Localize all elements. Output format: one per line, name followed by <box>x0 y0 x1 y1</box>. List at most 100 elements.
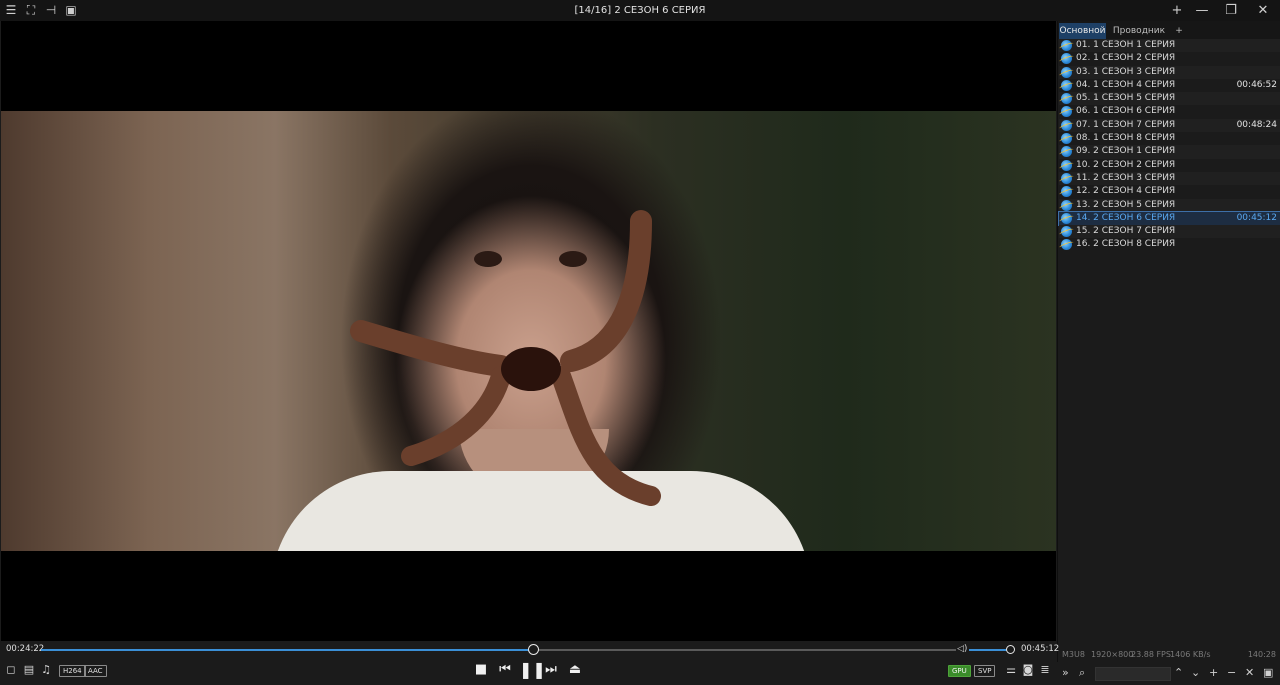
playlist-item-title: 07. 1 СЕЗОН 7 СЕРИЯ <box>1076 119 1176 130</box>
mini-player-icon[interactable]: ▣ <box>63 3 79 18</box>
expand-icon[interactable]: » <box>1062 666 1069 680</box>
subtitle-icon[interactable]: ▤ <box>22 663 36 677</box>
playlist-item[interactable]: 13. 2 СЕЗОН 5 СЕРИЯ <box>1059 198 1280 212</box>
volume-slider[interactable] <box>969 645 1015 654</box>
eject-icon[interactable]: ⏏ <box>566 662 584 678</box>
playlist-item-title: 15. 2 СЕЗОН 7 СЕРИЯ <box>1076 226 1176 237</box>
video-area[interactable] <box>1 21 1056 641</box>
remove-item-icon[interactable]: − <box>1227 666 1236 680</box>
clear-list-icon[interactable]: ✕ <box>1245 666 1254 680</box>
control-bar: 00:24:22 ◁) 00:45:12 ◻ ▤ ♫ H264 AAC ■ ⏮ … <box>0 641 1060 685</box>
playlist-list: 01. 1 СЕЗОН 1 СЕРИЯ 02. 1 СЕЗОН 2 СЕРИЯ 03… <box>1058 39 1280 252</box>
playlist-item[interactable]: 04. 1 СЕЗОН 4 СЕРИЯ 00:46:52 <box>1059 79 1280 92</box>
video-frame <box>1 111 1056 551</box>
playlist-item-title: 12. 2 СЕЗОН 4 СЕРИЯ <box>1076 186 1176 197</box>
stream-icon <box>1061 199 1072 211</box>
screenshot-icon[interactable]: ◙ <box>1021 663 1035 677</box>
seek-handle[interactable] <box>528 644 540 655</box>
playlist-item-duration: 00:45:12 <box>1236 212 1277 223</box>
playlist-item[interactable]: 02. 1 СЕЗОН 2 СЕРИЯ <box>1059 52 1280 65</box>
restore-icon[interactable]: ❐ <box>1216 0 1246 21</box>
fps-label: 23.88 FPS <box>1131 650 1171 659</box>
audio-codec-badge[interactable]: AAC <box>84 665 107 677</box>
aspect-icon[interactable]: ◻ <box>5 663 17 677</box>
playlist-item-title: 11. 2 СЕЗОН 3 СЕРИЯ <box>1076 172 1176 183</box>
add-item-icon[interactable]: + <box>1209 666 1218 680</box>
stream-icon <box>1061 186 1072 198</box>
playlist-item-title: 08. 1 СЕЗОН 8 СЕРИЯ <box>1076 133 1176 144</box>
tab-add[interactable]: + <box>1172 23 1186 39</box>
playlist-item-title: 06. 1 СЕЗОН 6 СЕРИЯ <box>1076 106 1176 117</box>
stream-icon <box>1061 239 1072 251</box>
pause-icon[interactable]: ❚❚ <box>519 662 546 678</box>
playlist-item-title: 03. 1 СЕЗОН 3 СЕРИЯ <box>1076 66 1176 77</box>
playlist-item[interactable]: 01. 1 СЕЗОН 1 СЕРИЯ <box>1059 39 1280 53</box>
playlist-item[interactable]: 16. 2 СЕЗОН 8 СЕРИЯ <box>1059 238 1280 251</box>
seek-progress <box>41 649 535 651</box>
playlist-item[interactable]: 11. 2 СЕЗОН 3 СЕРИЯ <box>1059 171 1280 186</box>
stop-icon[interactable]: ■ <box>472 662 490 678</box>
search-icon[interactable]: ⌕ <box>1079 666 1085 680</box>
total-time: 00:45:12 <box>1021 644 1060 654</box>
stream-icon <box>1061 93 1072 105</box>
gpu-badge[interactable]: GPU <box>948 665 971 677</box>
fullscreen-icon[interactable]: ⛶ <box>23 3 39 18</box>
equalizer-icon[interactable]: ⚌ <box>1004 663 1018 677</box>
minimize-icon[interactable]: — <box>1187 0 1217 21</box>
stream-icon <box>1061 66 1072 78</box>
resolution-label: 1920×800 <box>1091 650 1134 659</box>
playlist-item-current[interactable]: 14. 2 СЕЗОН 6 СЕРИЯ 00:45:12 <box>1058 210 1280 227</box>
format-label: M3U8 <box>1062 650 1085 659</box>
stream-icon <box>1061 159 1072 171</box>
stream-icon <box>1061 172 1072 184</box>
playlist-item[interactable]: 12. 2 СЕЗОН 4 СЕРИЯ <box>1059 185 1280 198</box>
playlist-item[interactable]: 07. 1 СЕЗОН 7 СЕРИЯ 00:48:24 <box>1059 118 1280 133</box>
audio-track-icon[interactable]: ♫ <box>39 663 53 677</box>
window-title: [14/16] 2 СЕЗОН 6 СЕРИЯ <box>574 5 706 16</box>
tab-main[interactable]: Основной <box>1059 23 1106 39</box>
stream-icon <box>1061 212 1072 224</box>
playlist-item[interactable]: 06. 1 СЕЗОН 6 СЕРИЯ <box>1059 105 1280 118</box>
volume-icon[interactable]: ◁) <box>957 644 967 654</box>
playlist-item[interactable]: 10. 2 СЕЗОН 2 СЕРИЯ <box>1059 159 1280 172</box>
playlist-search-input[interactable] <box>1095 667 1171 681</box>
close-icon[interactable]: ✕ <box>1248 0 1278 21</box>
playlist-item[interactable]: 03. 1 СЕЗОН 3 СЕРИЯ <box>1059 65 1280 79</box>
playlist-item-title: 14. 2 СЕЗОН 6 СЕРИЯ <box>1076 212 1176 223</box>
playlist-item[interactable]: 15. 2 СЕЗОН 7 СЕРИЯ <box>1059 225 1280 239</box>
playlist-item-title: 01. 1 СЕЗОН 1 СЕРИЯ <box>1076 40 1176 50</box>
stream-icon <box>1061 146 1072 158</box>
playlist-panel: Основной Проводник + 01. 1 СЕЗОН 1 СЕРИЯ… <box>1057 21 1280 662</box>
bitrate-label: 1406 KB/s <box>1170 650 1211 659</box>
stream-icon <box>1061 119 1072 131</box>
previous-icon[interactable]: ⏮ <box>496 662 514 678</box>
tab-explorer[interactable]: Проводник <box>1111 23 1167 39</box>
playlist-item[interactable]: 05. 1 СЕЗОН 5 СЕРИЯ <box>1059 92 1280 106</box>
seek-bar[interactable] <box>41 644 956 655</box>
playlist-item-title: 10. 2 СЕЗОН 2 СЕРИЯ <box>1076 159 1176 170</box>
video-codec-badge[interactable]: H264 <box>59 665 86 677</box>
stream-icon <box>1061 106 1072 118</box>
move-down-icon[interactable]: ⌄ <box>1191 666 1200 680</box>
next-icon[interactable]: ⏭ <box>542 662 560 678</box>
playlist-item[interactable]: 08. 1 СЕЗОН 8 СЕРИЯ <box>1059 132 1280 145</box>
playlist-item-title: 04. 1 СЕЗОН 4 СЕРИЯ <box>1076 79 1176 90</box>
playlist-item[interactable]: 09. 2 СЕЗОН 1 СЕРИЯ <box>1059 145 1280 159</box>
stream-icon <box>1061 40 1072 51</box>
current-time: 00:24:22 <box>6 644 45 654</box>
playlist-item-title: 02. 1 СЕЗОН 2 СЕРИЯ <box>1076 53 1176 64</box>
move-up-icon[interactable]: ⌃ <box>1174 666 1183 680</box>
save-list-icon[interactable]: ▣ <box>1263 666 1273 680</box>
playlist-item-title: 16. 2 СЕЗОН 8 СЕРИЯ <box>1076 239 1176 250</box>
pin-icon[interactable]: ⊣ <box>43 3 59 18</box>
playlist-item-duration: 00:46:52 <box>1236 79 1277 90</box>
volume-handle[interactable] <box>1006 645 1015 654</box>
svp-badge[interactable]: SVP <box>974 665 996 677</box>
playlist-item-title: 09. 2 СЕЗОН 1 СЕРИЯ <box>1076 146 1176 157</box>
stream-icon <box>1061 79 1072 91</box>
menu-icon[interactable]: ☰ <box>3 3 19 18</box>
playlist-toggle-icon[interactable]: ≣ <box>1038 663 1052 677</box>
media-info-bar: M3U8 1920×800 23.88 FPS 1406 KB/s 140:28 <box>1058 648 1280 662</box>
playlist-item-title: 05. 1 СЕЗОН 5 СЕРИЯ <box>1076 93 1176 104</box>
title-bar: ☰ ⛶ ⊣ ▣ [14/16] 2 СЕЗОН 6 СЕРИЯ + — ❐ ✕ <box>0 0 1280 21</box>
